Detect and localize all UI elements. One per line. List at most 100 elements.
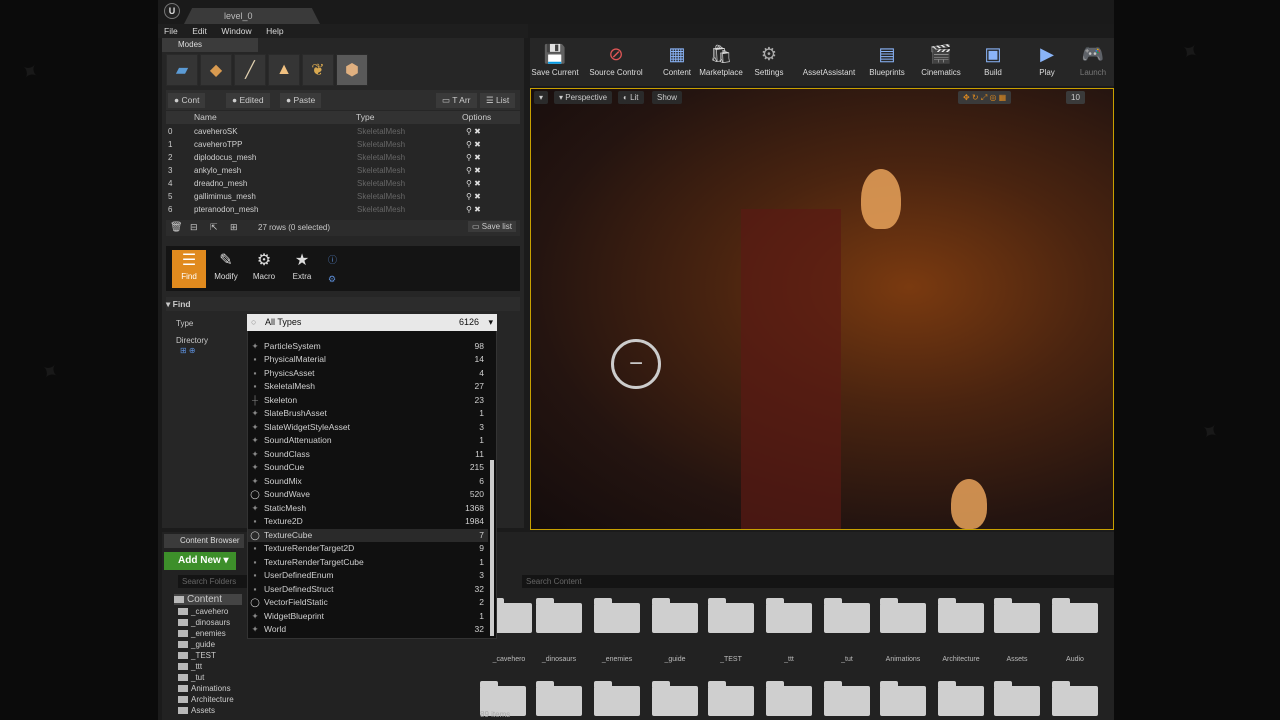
dropdown-scrollbar[interactable] xyxy=(490,460,494,636)
content-button[interactable]: ▦ Content xyxy=(652,40,702,84)
menu-window[interactable]: Window xyxy=(215,24,257,38)
dropdown-option[interactable]: ✦ SoundAttenuation 1 xyxy=(248,434,488,447)
cinematics-button[interactable]: 🎬 Cinematics xyxy=(916,40,966,84)
add-new-button[interactable]: Add New ▾ xyxy=(164,552,236,570)
folder-icon[interactable] xyxy=(994,681,1040,716)
dropdown-option[interactable]: ▪ TextureRenderTarget2D 9 xyxy=(248,542,488,555)
menu-edit[interactable]: Edit xyxy=(186,24,213,38)
tree-item[interactable]: _ttt xyxy=(178,661,202,672)
dropdown-option[interactable]: ◯ TextureCube 7 xyxy=(248,529,488,542)
table-row[interactable]: 4 dreadno_mesh SkeletalMesh ⚲ ✖ xyxy=(166,177,514,190)
settings-button[interactable]: ⚙ Settings xyxy=(744,40,794,84)
dropdown-option[interactable]: ✦ SlateWidgetStyleAsset 3 xyxy=(248,421,488,434)
minus-icon[interactable]: ⊟ xyxy=(190,222,198,233)
folder-icon[interactable] xyxy=(938,681,984,716)
table-row[interactable]: 2 diplodocus_mesh SkeletalMesh ⚲ ✖ xyxy=(166,151,514,164)
dropdown-option[interactable]: ▪ TextureRenderTargetCube 1 xyxy=(248,556,488,569)
tree-item[interactable]: _dinosaurs xyxy=(178,617,230,628)
folder-icon[interactable] xyxy=(880,598,926,633)
row-options[interactable]: ⚲ ✖ xyxy=(466,164,481,177)
column-name[interactable]: Name xyxy=(194,111,217,124)
table-row[interactable]: 3 ankylo_mesh SkeletalMesh ⚲ ✖ xyxy=(166,164,514,177)
table-row[interactable]: 0 caveheroSK SkeletalMesh ⚲ ✖ xyxy=(166,125,514,138)
folder-icon[interactable] xyxy=(708,681,754,716)
dropdown-option[interactable]: ✦ World 32 xyxy=(248,623,488,636)
dropdown-option[interactable]: ✦ WidgetBlueprint 1 xyxy=(248,610,488,623)
folder-icon[interactable] xyxy=(652,681,698,716)
dropdown-option[interactable]: ▪ Texture2D 1984 xyxy=(248,515,488,528)
folder-icon[interactable] xyxy=(536,681,582,716)
folder-icon[interactable] xyxy=(824,598,870,633)
tarr-button[interactable]: ▭ T Arr xyxy=(436,93,477,108)
dropdown-option[interactable]: ✦ SoundMix 6 xyxy=(248,475,488,488)
dropdown-option[interactable]: ✦ SoundClass 11 xyxy=(248,448,488,461)
modify-button[interactable]: ✎ Modify xyxy=(209,250,243,288)
find-button[interactable]: ☰ Find xyxy=(172,250,206,288)
dropdown-option[interactable]: ┼ Skeleton 23 xyxy=(248,394,488,407)
save-list-button[interactable]: ▭ Save list xyxy=(468,221,517,232)
asset-assistant-button[interactable]: AssetAssistant xyxy=(798,40,860,84)
perspective-button[interactable]: ▾ Perspective xyxy=(554,91,613,104)
mode-landscape-button[interactable]: ╱ xyxy=(234,54,266,86)
dropdown-option[interactable]: ◯ SoundWave 520 xyxy=(248,488,488,501)
folder-icon[interactable] xyxy=(766,681,812,716)
save-current-button[interactable]: 💾 Save Current xyxy=(530,40,580,84)
folder-icon[interactable] xyxy=(994,598,1040,633)
dropdown-option[interactable]: ▪ PhysicalMaterial 14 xyxy=(248,353,488,366)
folder-icon[interactable] xyxy=(652,598,698,633)
export-icon[interactable]: ⇱ xyxy=(210,222,218,233)
tree-item[interactable]: _cavehero xyxy=(178,606,228,617)
mode-landscape-button[interactable]: ▲ xyxy=(268,54,300,86)
tree-item[interactable]: Animations xyxy=(178,683,231,694)
column-options[interactable]: Options xyxy=(462,111,491,124)
tree-item[interactable]: _enemies xyxy=(178,628,226,639)
macro-button[interactable]: ⚙ Macro xyxy=(247,250,281,288)
launch-button[interactable]: 🎮 Launch xyxy=(1072,40,1114,84)
blueprints-button[interactable]: ▤ Blueprints xyxy=(862,40,912,84)
row-options[interactable]: ⚲ ✖ xyxy=(466,177,481,190)
tree-item-content[interactable]: Content xyxy=(174,594,243,605)
menu-help[interactable]: Help xyxy=(260,24,289,38)
dropdown-option[interactable]: ▪ PhysicsAsset 4 xyxy=(248,367,488,380)
build-button[interactable]: ▣ Build xyxy=(968,40,1018,84)
level-tab[interactable]: level_0 xyxy=(184,8,320,24)
mode-geometry-button[interactable]: ⬢ xyxy=(336,54,368,86)
dropdown-option[interactable]: ◯ VectorFieldStatic 2 xyxy=(248,596,488,609)
play-button[interactable]: ▶ Play xyxy=(1022,40,1072,84)
paste-button[interactable]: ● Paste xyxy=(280,93,322,108)
modes-tab[interactable]: Modes xyxy=(162,38,258,52)
dropdown-option[interactable]: ✦ StaticMesh 1368 xyxy=(248,502,488,515)
folder-icon[interactable] xyxy=(536,598,582,633)
grid-icon[interactable]: ⊞ xyxy=(230,222,238,233)
dropdown-option[interactable]: ✦ SoundCue 215 xyxy=(248,461,488,474)
folder-icon[interactable] xyxy=(1052,681,1098,716)
content-browser-tab[interactable]: Content Browser xyxy=(164,534,244,548)
delete-icon[interactable]: 🗑 xyxy=(170,222,183,233)
menu-file[interactable]: File xyxy=(158,24,184,38)
search-content-input[interactable]: Search Content xyxy=(522,575,1114,588)
column-type[interactable]: Type xyxy=(356,111,374,124)
folder-icon[interactable] xyxy=(594,681,640,716)
mode-paint-button[interactable]: ◆ xyxy=(200,54,232,86)
source-control-button[interactable]: ⊘ Source Control xyxy=(588,40,644,84)
row-options[interactable]: ⚲ ✖ xyxy=(466,203,481,216)
table-row[interactable]: 1 caveheroTPP SkeletalMesh ⚲ ✖ xyxy=(166,138,514,151)
level-viewport[interactable]: − xyxy=(530,88,1114,530)
mode-foliage-button[interactable]: ❦ xyxy=(302,54,334,86)
viewport-menu-button[interactable]: ▾ xyxy=(534,91,549,104)
folder-icon[interactable] xyxy=(938,598,984,633)
extra-button[interactable]: ★ Extra xyxy=(285,250,319,288)
folder-icon[interactable] xyxy=(708,598,754,633)
tree-item[interactable]: Architecture xyxy=(178,694,234,705)
folder-icon[interactable] xyxy=(880,681,926,716)
edited-button[interactable]: ● Edited xyxy=(226,93,270,108)
dropdown-option[interactable]: ✦ ParticleSystem 98 xyxy=(248,340,488,353)
folder-icon[interactable] xyxy=(824,681,870,716)
mode-place-button[interactable]: ▰ xyxy=(166,54,198,86)
dropdown-option[interactable]: ▪ UserDefinedStruct 32 xyxy=(248,583,488,596)
settings-small-icon[interactable]: ⚙ xyxy=(328,274,336,285)
tree-item[interactable]: _tut xyxy=(178,672,204,683)
folder-icon[interactable] xyxy=(594,598,640,633)
add-directory-icon[interactable]: ⊞ ⊕ xyxy=(180,346,196,355)
find-section-header[interactable]: ▾ Find xyxy=(166,297,520,311)
